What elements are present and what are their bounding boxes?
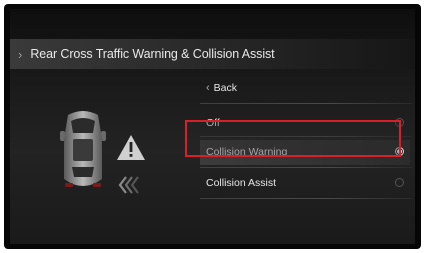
chevron-right-icon: › xyxy=(18,46,23,62)
option-collision-assist[interactable]: Collision Assist xyxy=(200,170,410,196)
page-header: › Rear Cross Traffic Warning & Collision… xyxy=(10,39,415,69)
divider xyxy=(200,167,412,168)
warning-triangle-icon xyxy=(117,135,145,160)
back-arrow-icon: ‹ xyxy=(206,82,210,94)
option-label: Collision Assist xyxy=(206,177,277,189)
back-label: Back xyxy=(213,82,238,94)
radio-collision-assist[interactable] xyxy=(395,178,404,187)
page-title: Rear Cross Traffic Warning & Collision A… xyxy=(30,47,275,61)
car-top-view-icon xyxy=(60,111,106,187)
back-button[interactable]: ‹ Back xyxy=(200,75,410,101)
divider xyxy=(200,103,412,104)
selection-highlight xyxy=(185,120,401,157)
divider xyxy=(200,198,412,199)
rear-chevrons-icon xyxy=(118,176,139,194)
